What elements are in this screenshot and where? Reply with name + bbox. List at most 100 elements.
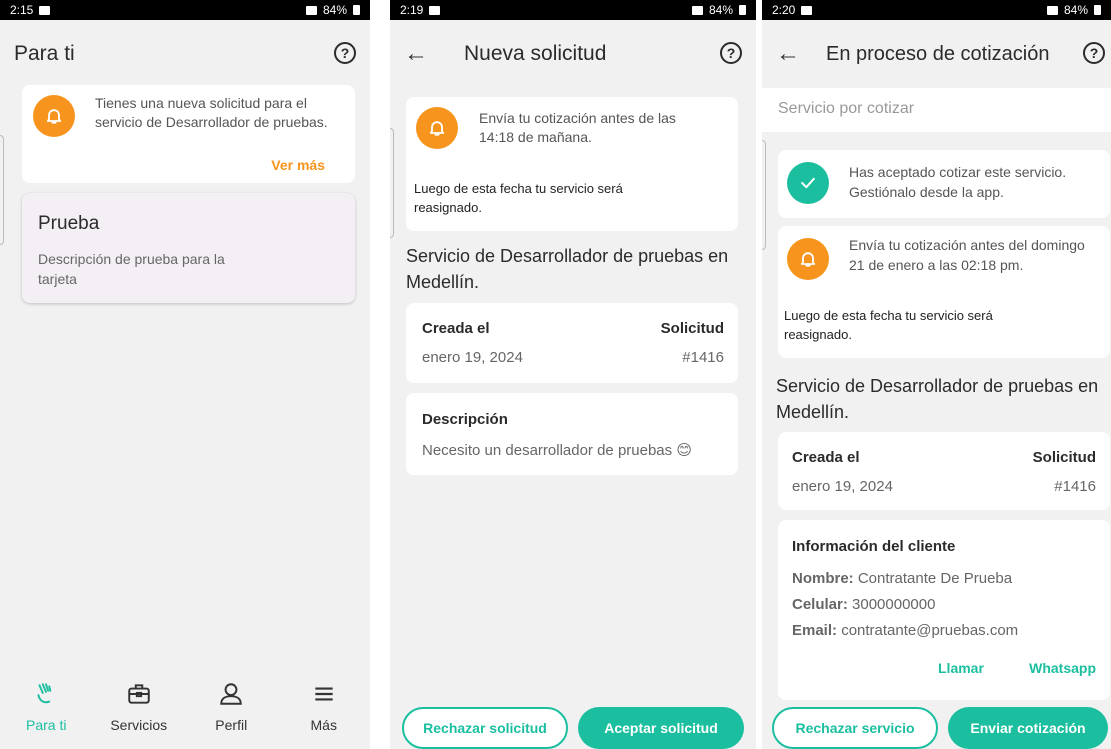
nav-label: Perfil <box>215 717 248 733</box>
back-arrow-icon[interactable]: ← <box>776 40 810 68</box>
signal-icon <box>305 5 317 15</box>
screen-nueva-solicitud: 2:19 84% ← Nueva solicitud ? Envía tu co… <box>390 0 756 749</box>
service-heading: Servicio de Desarrollador de pruebas en … <box>776 376 1099 422</box>
section-header: Servicio por cotizar <box>762 88 1111 132</box>
nav-label: Servicios <box>110 717 168 733</box>
request-value: #1416 <box>1054 478 1096 495</box>
help-circle-icon[interactable]: ? <box>1083 42 1105 64</box>
created-label: Creada el <box>792 449 860 466</box>
page-title: En proceso de cotización <box>826 42 1050 65</box>
nav-servicios[interactable]: Servicios <box>93 671 186 749</box>
app-bar: ← En proceso de cotización ? <box>762 20 1111 88</box>
nav-mas[interactable]: Más <box>278 671 371 749</box>
request-label: Solicitud <box>660 320 724 337</box>
send-quote-button[interactable]: Enviar cotización <box>948 707 1108 749</box>
accepted-text: Has aceptado cotizar este servicio. Gest… <box>849 164 1067 200</box>
accept-request-button[interactable]: Aceptar solicitud <box>578 707 744 749</box>
created-value: enero 19, 2024 <box>792 478 893 495</box>
description-value: Necesito un desarrollador de pruebas 😊 <box>422 442 692 459</box>
client-phone-row: Celular: 3000000000 <box>792 596 935 613</box>
bell-icon <box>787 238 829 280</box>
accepted-card: Has aceptado cotizar este servicio. Gest… <box>778 150 1110 218</box>
back-arrow-icon[interactable]: ← <box>404 40 438 68</box>
battery-icon <box>1094 5 1101 15</box>
request-label: Solicitud <box>1032 449 1096 466</box>
prueba-card[interactable]: Prueba Descripción de prueba para la tar… <box>22 193 355 303</box>
page-title: Para ti <box>14 42 75 65</box>
nav-label: Más <box>310 717 337 733</box>
card-title: Prueba <box>38 213 100 234</box>
name-label: Nombre: <box>792 570 854 587</box>
help-circle-icon[interactable]: ? <box>720 42 742 64</box>
gallery-icon <box>39 5 51 15</box>
reject-service-button[interactable]: Rechazar servicio <box>772 707 938 749</box>
status-time: 2:15 <box>10 3 34 17</box>
deadline-card: Envía tu cotización antes de las 14:18 d… <box>406 97 738 231</box>
app-bar: Para ti ? <box>0 20 370 88</box>
status-bar: 2:15 84% <box>0 0 370 20</box>
hand-wave-icon <box>37 683 52 704</box>
menu-icon <box>315 687 333 701</box>
drawer-handle[interactable] <box>0 135 4 245</box>
deadline-card: Envía tu cotización antes del domingo 21… <box>778 226 1110 358</box>
gallery-icon <box>801 5 813 15</box>
status-time: 2:19 <box>400 3 424 17</box>
whatsapp-link[interactable]: Whatsapp <box>1029 660 1096 676</box>
request-value: #1416 <box>682 349 724 366</box>
drawer-handle[interactable] <box>390 128 394 238</box>
nav-label: Para ti <box>26 717 67 733</box>
client-name-row: Nombre: Contratante De Prueba <box>792 570 1012 587</box>
description-label: Descripción <box>422 411 508 428</box>
client-email-row: Email: contratante@pruebas.com <box>792 622 1018 639</box>
bottom-nav: Para ti Servicios Perfil Más <box>0 671 370 749</box>
user-icon <box>220 683 242 705</box>
status-bar: 2:19 84% <box>390 0 756 20</box>
page-title: Nueva solicitud <box>464 42 607 65</box>
gallery-icon <box>429 5 441 15</box>
ver-mas-link[interactable]: Ver más <box>271 157 325 173</box>
deadline-text: Envía tu cotización antes de las 14:18 d… <box>479 110 676 145</box>
client-heading: Información del cliente <box>792 538 956 555</box>
app-bar: ← Nueva solicitud ? <box>390 20 756 88</box>
status-bar: 2:20 84% <box>762 0 1111 20</box>
created-label: Creada el <box>422 320 490 337</box>
signal-icon <box>1046 5 1058 15</box>
phone-label: Celular: <box>792 596 848 613</box>
phone-value: 3000000000 <box>852 596 936 613</box>
bell-icon <box>33 95 75 137</box>
request-info-card: Creada el enero 19, 2024 Solicitud #1416 <box>778 432 1110 510</box>
request-info-card: Creada el enero 19, 2024 Solicitud #1416 <box>406 303 738 383</box>
screen-en-proceso: 2:20 84% ← En proceso de cotización ? Se… <box>762 0 1111 749</box>
deadline-text: Envía tu cotización antes del domingo 21… <box>849 237 1085 273</box>
battery-level: 84% <box>322 3 347 17</box>
email-label: Email: <box>792 622 838 639</box>
service-heading: Servicio de Desarrollador de pruebas en … <box>406 246 729 292</box>
signal-icon <box>691 5 703 15</box>
description-card: Descripción Necesito un desarrollador de… <box>406 393 738 475</box>
screen-para-ti: 2:15 84% Para ti ? Tienes una nueva soli… <box>0 0 370 749</box>
card-description: Descripción de prueba para la tarjeta <box>38 251 225 287</box>
created-value: enero 19, 2024 <box>422 349 523 366</box>
notification-card[interactable]: Tienes una nueva solicitud para el servi… <box>22 85 355 183</box>
nav-para-ti[interactable]: Para ti <box>0 671 93 749</box>
section-label: Servicio por cotizar <box>778 100 915 117</box>
battery-level: 84% <box>708 3 733 17</box>
briefcase-icon <box>128 684 150 704</box>
client-info-card: Información del cliente Nombre: Contrata… <box>778 520 1110 700</box>
notification-text: Tienes una nueva solicitud para el servi… <box>95 95 328 130</box>
reject-request-button[interactable]: Rechazar solicitud <box>402 707 568 749</box>
nav-perfil[interactable]: Perfil <box>185 671 278 749</box>
battery-level: 84% <box>1063 3 1088 17</box>
battery-icon <box>353 5 360 15</box>
help-circle-icon[interactable]: ? <box>334 42 356 64</box>
email-value: contratante@pruebas.com <box>841 622 1019 639</box>
drawer-handle[interactable] <box>762 140 766 250</box>
bell-icon <box>416 107 458 149</box>
call-link[interactable]: Llamar <box>938 660 984 676</box>
name-value: Contratante De Prueba <box>857 570 1013 587</box>
reassign-text: Luego de esta fecha tu servicio será rea… <box>784 308 993 342</box>
status-time: 2:20 <box>772 3 796 17</box>
check-icon <box>787 162 829 204</box>
battery-icon <box>739 5 746 15</box>
reassign-text: Luego de esta fecha tu servicio será rea… <box>414 181 623 215</box>
